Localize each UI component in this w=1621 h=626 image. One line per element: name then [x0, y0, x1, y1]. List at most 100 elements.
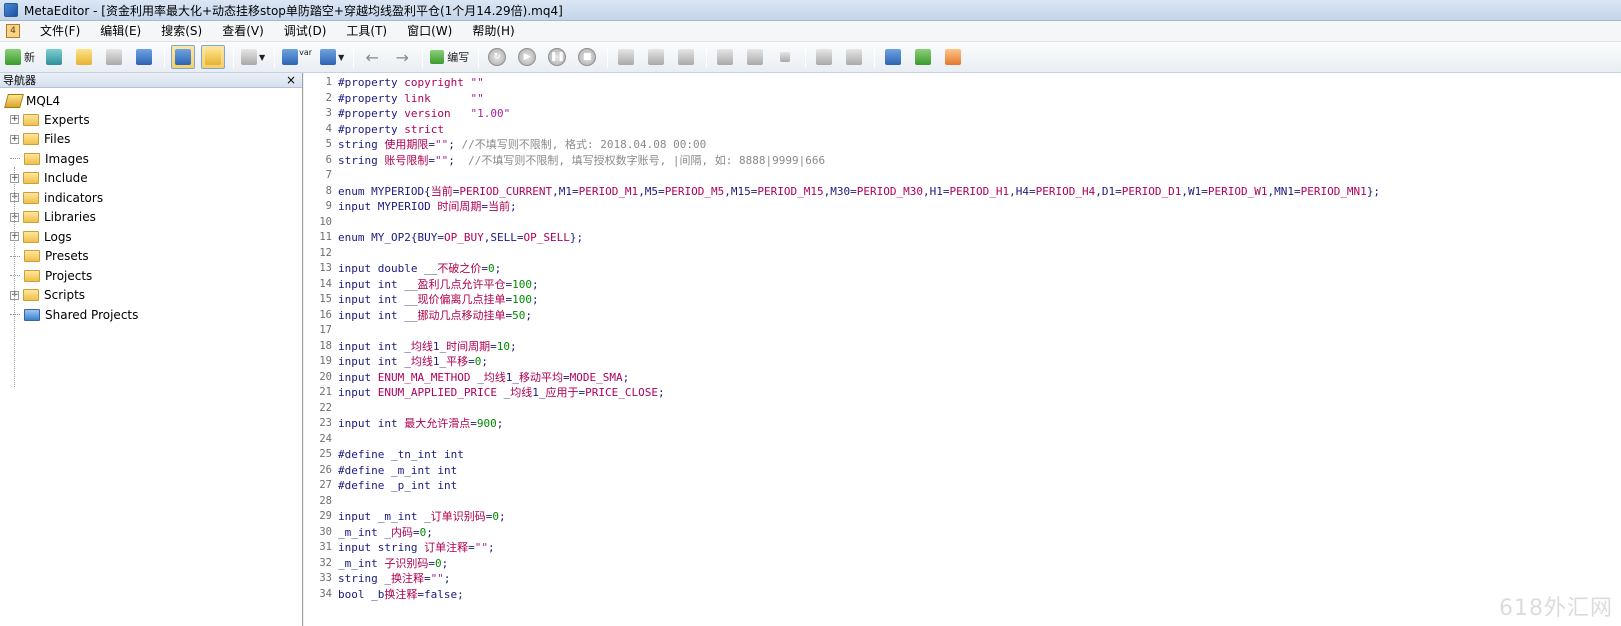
step-out-button[interactable] — [674, 45, 698, 69]
save-all-button[interactable] — [132, 45, 156, 69]
tree-item[interactable]: + Logs — [0, 227, 302, 247]
stop-profile-button[interactable] — [773, 45, 797, 69]
code-line[interactable]: 20 input ENUM_MA_METHOD _均线1_移动平均=MODE_SM… — [304, 370, 1621, 386]
menu-file[interactable]: 文件(F) — [30, 21, 90, 42]
code-line[interactable]: 15 input int __现价偏离几点挂单=100; — [304, 292, 1621, 308]
code-line[interactable]: 4 #property strict — [304, 122, 1621, 138]
forward-button[interactable]: → — [390, 45, 414, 69]
code-line[interactable]: 12 — [304, 246, 1621, 262]
code-line[interactable]: 10 — [304, 215, 1621, 231]
code-line[interactable]: 23 input int 最大允许滑点=900; — [304, 416, 1621, 432]
new-project-button[interactable] — [42, 45, 66, 69]
profile-history-button[interactable] — [743, 45, 767, 69]
code-line[interactable]: 22 — [304, 401, 1621, 417]
menu-view[interactable]: 查看(V) — [212, 21, 274, 42]
close-icon[interactable]: × — [286, 74, 296, 86]
code-line[interactable]: 34 bool _b换注释=false; — [304, 587, 1621, 603]
back-button[interactable]: ← — [360, 45, 384, 69]
code-line[interactable]: 33 string _换注释=""; — [304, 571, 1621, 587]
menu-search[interactable]: 搜索(S) — [151, 21, 212, 42]
code-line[interactable]: 29 input _m_int _订单识别码=0; — [304, 509, 1621, 525]
tree-root-mql4[interactable]: MQL4 — [0, 91, 302, 110]
function-button[interactable]: ▼ — [319, 45, 345, 69]
metaquotes-button[interactable] — [881, 45, 905, 69]
styler-button[interactable]: ▼ — [240, 45, 266, 69]
stop-debug-button[interactable]: ■ — [575, 45, 599, 69]
code-line[interactable]: 19 input int _均线1_平移=0; — [304, 354, 1621, 370]
code-line[interactable]: 21 input ENUM_APPLIED_PRICE _均线1_应用于=PRIC… — [304, 385, 1621, 401]
step-over-button[interactable] — [644, 45, 668, 69]
code-line[interactable]: 3 #property version "1.00" — [304, 106, 1621, 122]
code-editor[interactable]: 1 #property copyright "" 2 #property link "… — [304, 73, 1621, 626]
toolbox-toggle-button[interactable] — [201, 45, 225, 69]
tree-item[interactable]: Images — [0, 149, 302, 169]
code-line[interactable]: 8 enum MYPERIOD{当前=PERIOD_CURRENT,M1=PERI… — [304, 184, 1621, 200]
code-line[interactable]: 5 string 使用期限=""; //不填写则不限制, 格式: 2018.04.… — [304, 137, 1621, 153]
expand-icon[interactable]: + — [10, 134, 19, 144]
new-file-button[interactable]: 新 — [4, 45, 36, 69]
restart-debug-button[interactable]: ↻ — [485, 45, 509, 69]
line-text: input double __不破之价=0; — [338, 262, 502, 275]
code-line[interactable]: 14 input int __盈利几点允许平仓=100; — [304, 277, 1621, 293]
code-line[interactable]: 16 input int __挪动几点移动挂单=50; — [304, 308, 1621, 324]
code-line[interactable]: 18 input int _均线1_时间周期=10; — [304, 339, 1621, 355]
code-line[interactable]: 11 enum MY_OP2{BUY=OP_BUY,SELL=OP_SELL}; — [304, 230, 1621, 246]
var-label: var — [299, 47, 313, 57]
menu-tools[interactable]: 工具(T) — [336, 21, 397, 42]
code-line[interactable]: 17 — [304, 323, 1621, 339]
terminal-button[interactable] — [941, 45, 965, 69]
line-number: 12 — [319, 246, 332, 259]
list-names-icon — [282, 49, 299, 65]
menu-debug[interactable]: 调试(D) — [274, 21, 337, 42]
tree-item[interactable]: Shared Projects — [0, 305, 302, 325]
menu-help[interactable]: 帮助(H) — [462, 21, 524, 42]
tree-item[interactable]: + Libraries — [0, 208, 302, 228]
copy-icon — [816, 49, 833, 65]
code-line[interactable]: 1 #property copyright "" — [304, 75, 1621, 91]
check-button[interactable] — [911, 45, 935, 69]
document-icon[interactable]: 4 — [6, 24, 20, 38]
tree-item[interactable]: + Include — [0, 169, 302, 189]
code-line[interactable]: 9 input MYPERIOD 时间周期=当前; — [304, 199, 1621, 215]
code-line[interactable]: 24 — [304, 432, 1621, 448]
tree-item[interactable]: Presets — [0, 247, 302, 267]
code-line[interactable]: 28 — [304, 494, 1621, 510]
menu-window[interactable]: 窗口(W) — [397, 21, 462, 42]
expand-icon[interactable]: + — [10, 115, 19, 125]
step-into-icon — [618, 49, 635, 65]
code-line[interactable]: 6 string 账号限制=""; //不填写则不限制, 填写授权数字账号, |间… — [304, 153, 1621, 169]
comb-icon — [885, 49, 902, 65]
line-text: input int 最大允许滑点=900; — [338, 417, 504, 430]
code-line[interactable]: 26 #define _m_int int — [304, 463, 1621, 479]
code-line[interactable]: 31 input string 订单注释=""; — [304, 540, 1621, 556]
mql4-folder-icon — [4, 93, 24, 108]
navigator-toggle-button[interactable] — [171, 45, 195, 69]
start-debug-button[interactable]: ▶ — [515, 45, 539, 69]
profile-button[interactable] — [713, 45, 737, 69]
code-line[interactable]: 25 #define _tn_int int — [304, 447, 1621, 463]
tree-item[interactable]: + Files — [0, 130, 302, 150]
code-line[interactable]: 30 _m_int _内码=0; — [304, 525, 1621, 541]
save-button[interactable] — [102, 45, 126, 69]
pause-debug-button[interactable]: ❚❚ — [545, 45, 569, 69]
tree-connector — [10, 158, 20, 160]
open-button[interactable] — [72, 45, 96, 69]
code-line[interactable]: 13 input double __不破之价=0; — [304, 261, 1621, 277]
code-line[interactable]: 2 #property link "" — [304, 91, 1621, 107]
find-button[interactable] — [842, 45, 866, 69]
line-text: enum MYPERIOD{当前=PERIOD_CURRENT,M1=PERIO… — [338, 184, 1381, 198]
list-names-button[interactable]: var — [281, 45, 313, 69]
copy-button[interactable] — [812, 45, 836, 69]
tree-item[interactable]: + indicators — [0, 188, 302, 208]
tree-item[interactable]: + Scripts — [0, 286, 302, 306]
play-icon: ▶ — [518, 48, 537, 66]
menu-edit[interactable]: 编辑(E) — [90, 21, 151, 42]
compile-button[interactable]: 编写 — [429, 45, 470, 69]
folder-icon — [23, 191, 39, 204]
code-line[interactable]: 27 #define _p_int int — [304, 478, 1621, 494]
code-line[interactable]: 32 _m_int 子识别码=0; — [304, 556, 1621, 572]
code-line[interactable]: 7 — [304, 168, 1621, 184]
tree-item[interactable]: Projects — [0, 266, 302, 286]
step-into-button[interactable] — [614, 45, 638, 69]
tree-item[interactable]: + Experts — [0, 110, 302, 130]
